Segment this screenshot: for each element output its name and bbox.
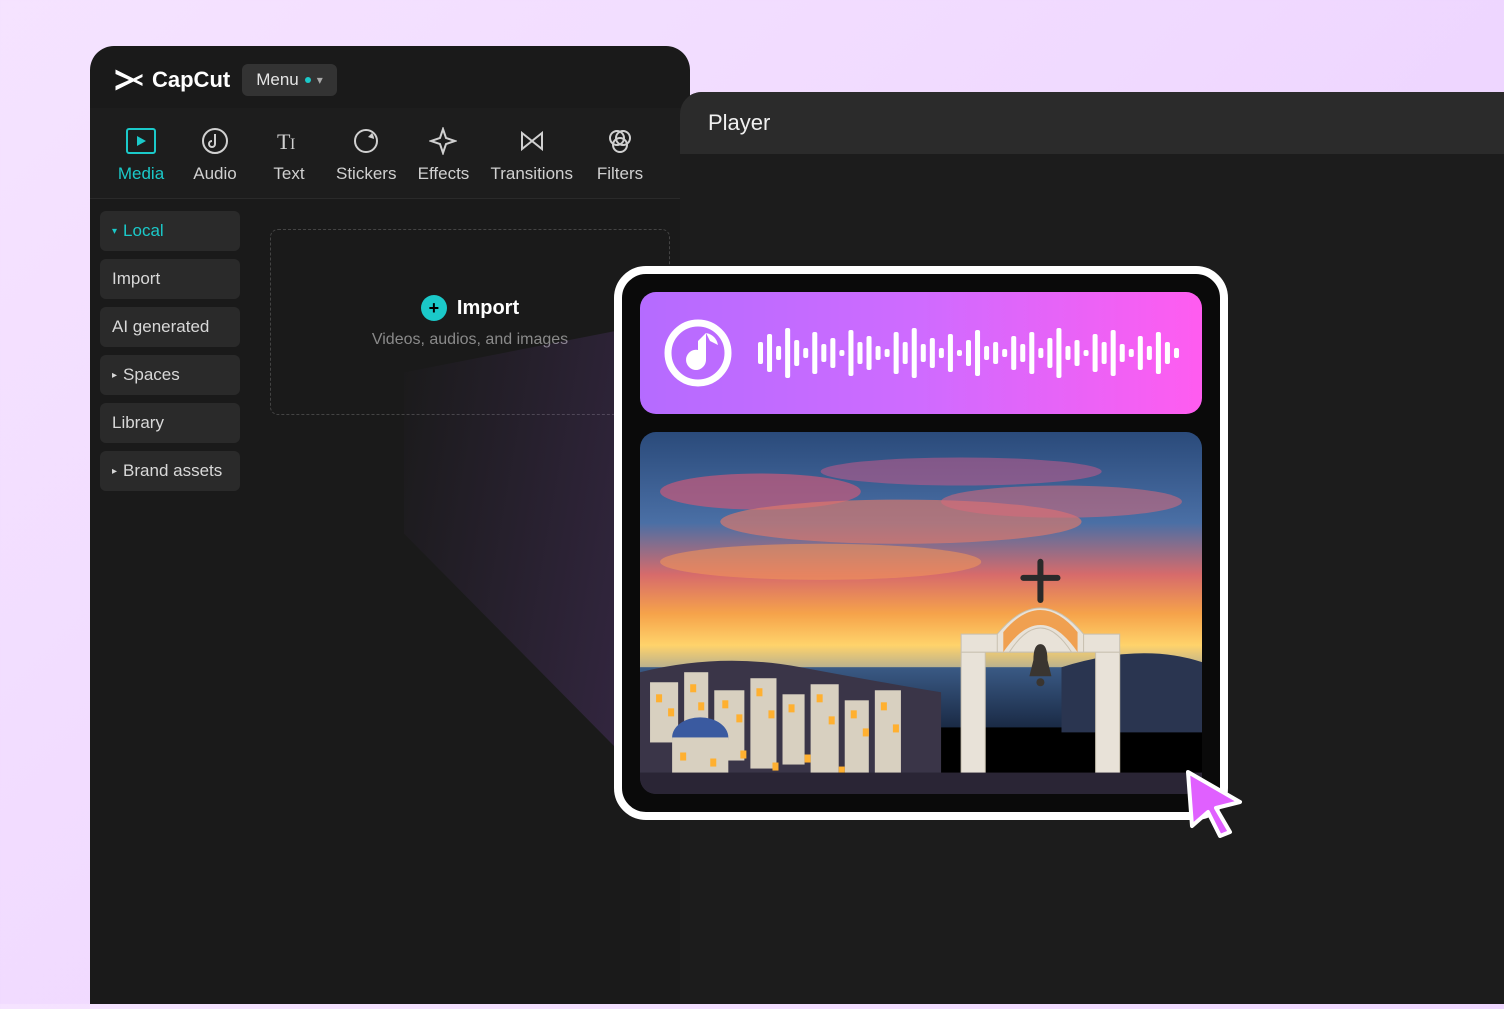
sidebar-item-ai-generated[interactable]: AI generated <box>100 307 240 347</box>
sidebar-item-label: AI generated <box>112 317 209 337</box>
tab-audio[interactable]: Audio <box>178 120 252 190</box>
import-subtitle: Videos, audios, and images <box>372 331 568 349</box>
editor-window: CapCut Menu ▾ Media Audio TI Text <box>90 46 690 1004</box>
sidebar-item-label: Import <box>112 269 160 289</box>
chevron-down-icon: ▾ <box>317 73 323 87</box>
tab-label: Filters <box>597 164 643 184</box>
sidebar-item-label: Local <box>123 221 164 241</box>
tab-filters[interactable]: Filters <box>583 120 657 190</box>
tab-text[interactable]: TI Text <box>252 120 326 190</box>
sidebar-item-import[interactable]: Import <box>100 259 240 299</box>
music-note-icon <box>662 317 734 389</box>
sidebar-item-library[interactable]: Library <box>100 403 240 443</box>
menu-label: Menu <box>256 70 299 90</box>
sidebar-item-label: Brand assets <box>123 461 222 481</box>
top-toolbar: Media Audio TI Text Stickers Effects <box>90 108 690 199</box>
video-clip-thumbnail[interactable] <box>640 432 1202 794</box>
editor-body: ▾ Local Import AI generated ▸ Spaces Libra… <box>90 199 690 1009</box>
sidebar-item-label: Library <box>112 413 164 433</box>
tab-effects[interactable]: Effects <box>406 120 480 190</box>
tab-transitions[interactable]: Transitions <box>480 120 583 190</box>
tab-label: Text <box>273 164 304 184</box>
sidebar-item-spaces[interactable]: ▸ Spaces <box>100 355 240 395</box>
app-name: CapCut <box>152 67 230 93</box>
sidebar-item-label: Spaces <box>123 365 180 385</box>
menu-indicator-dot <box>305 77 311 83</box>
sidebar-item-brand-assets[interactable]: ▸ Brand assets <box>100 451 240 491</box>
tab-label: Effects <box>418 164 470 184</box>
tab-label: Audio <box>193 164 236 184</box>
caret-down-icon: ▾ <box>112 226 117 237</box>
caret-right-icon: ▸ <box>112 370 117 381</box>
svg-text:T: T <box>277 129 291 154</box>
tab-label: Media <box>118 164 164 184</box>
cursor-pointer-icon <box>1178 764 1256 842</box>
svg-text:I: I <box>290 136 295 153</box>
tab-stickers[interactable]: Stickers <box>326 120 406 190</box>
text-icon: TI <box>274 126 304 156</box>
sunset-thumbnail-image <box>640 432 1202 794</box>
titlebar: CapCut Menu ▾ <box>90 46 690 108</box>
filters-icon <box>605 126 635 156</box>
media-icon <box>126 126 156 156</box>
tab-label: Stickers <box>336 164 396 184</box>
app-logo: CapCut <box>114 67 230 93</box>
source-sidebar: ▾ Local Import AI generated ▸ Spaces Libra… <box>90 199 250 1009</box>
capcut-logo-icon <box>114 68 144 92</box>
effects-icon <box>428 126 458 156</box>
caret-right-icon: ▸ <box>112 466 117 477</box>
transitions-icon <box>517 126 547 156</box>
audio-clip-preview[interactable] <box>640 292 1202 414</box>
sidebar-item-local[interactable]: ▾ Local <box>100 211 240 251</box>
plus-icon: + <box>421 295 447 321</box>
menu-button[interactable]: Menu ▾ <box>242 64 337 96</box>
import-dropzone[interactable]: + Import Videos, audios, and images <box>270 229 670 415</box>
import-title: Import <box>457 297 519 320</box>
player-title: Player <box>680 92 1504 154</box>
stickers-icon <box>351 126 381 156</box>
media-preview-popup <box>614 266 1228 820</box>
waveform-icon <box>758 322 1180 384</box>
audio-icon <box>200 126 230 156</box>
tab-media[interactable]: Media <box>104 120 178 190</box>
tab-label: Transitions <box>490 164 573 184</box>
